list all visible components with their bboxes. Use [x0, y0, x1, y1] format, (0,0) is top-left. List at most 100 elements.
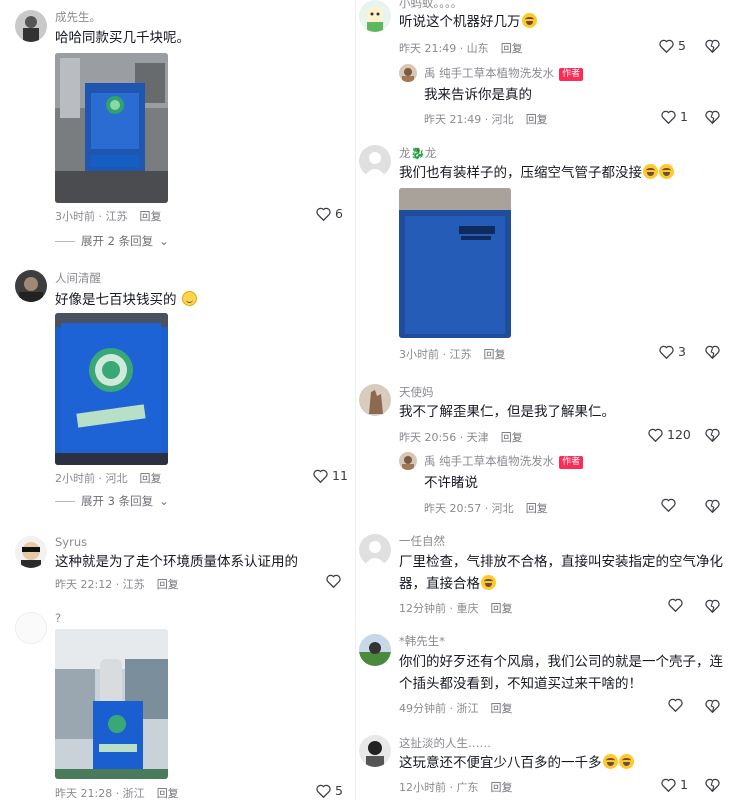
like-button[interactable] — [668, 598, 683, 612]
comment-time: 昨天 21:28 · 浙江 — [55, 787, 145, 800]
avatar[interactable] — [359, 0, 391, 32]
expand-replies-button[interactable]: 展开 2 条回复 ⌄ — [55, 233, 169, 249]
username[interactable]: 人间清醒 — [55, 270, 101, 286]
reply-button[interactable]: 回复 — [484, 348, 506, 361]
dislike-button[interactable] — [705, 698, 720, 717]
like-count: 3 — [678, 344, 686, 359]
comment-item: ? 昨天 21:28 · 浙江 回复 5 — [0, 608, 356, 800]
avatar[interactable] — [399, 64, 417, 82]
comment-image[interactable] — [55, 629, 168, 779]
chevron-down-icon: ⌄ — [159, 234, 169, 248]
like-button[interactable]: 3 — [659, 344, 686, 359]
like-button[interactable]: 120 — [648, 427, 691, 442]
right-comment-column: 小蚂蚁。。。。 听说这个机器好几万 昨天 21:49 · 山东 回复 5 禹 纯手… — [356, 0, 731, 800]
dislike-button[interactable] — [705, 109, 720, 128]
comment-text: 好像是七百块钱买的 — [55, 292, 177, 308]
heart-icon — [661, 110, 676, 124]
reply-button[interactable]: 回复 — [491, 702, 513, 715]
reply-button[interactable]: 回复 — [491, 602, 513, 615]
avatar[interactable] — [359, 145, 391, 177]
like-button[interactable] — [326, 574, 341, 588]
smile-emoji-icon — [181, 291, 197, 306]
username[interactable]: 这扯淡的人生…… — [399, 735, 491, 751]
like-count: 11 — [332, 468, 348, 483]
comment-text: 我不了解歪果仁，但是我了解果仁。 — [399, 404, 615, 420]
comment-image[interactable] — [55, 313, 168, 465]
broken-heart-icon — [705, 599, 720, 614]
username[interactable]: 禹 纯手工草本植物洗发水 — [424, 454, 554, 468]
comment-text: 我们也有装样子的，压缩空气管子都没接 — [399, 165, 642, 181]
dislike-button[interactable] — [705, 598, 720, 617]
reply-item: 禹 纯手工草本植物洗发水 作者 不许睹说 昨天 20:57 · 河北 回复 — [356, 450, 731, 518]
avatar[interactable] — [359, 634, 391, 666]
comment-item: 天使妈 我不了解歪果仁，但是我了解果仁。 昨天 20:56 · 天津 回复 120 — [356, 380, 731, 446]
like-count: 120 — [667, 427, 691, 442]
reply-button[interactable]: 回复 — [491, 781, 513, 794]
username[interactable]: 天使妈 — [399, 384, 434, 400]
left-comment-column: 成先生。 哈哈同款买几千块呢。 3小时前 · 江苏 回复 6 展开 2 条回复 … — [0, 0, 356, 800]
comment-image[interactable] — [399, 188, 511, 338]
laughing-tears-emoji-icon — [618, 754, 634, 769]
like-count: 1 — [680, 777, 688, 792]
dislike-button[interactable] — [705, 777, 720, 796]
expand-label: 展开 2 条回复 — [81, 234, 154, 248]
username[interactable]: *韩先生* — [399, 633, 445, 649]
heart-icon — [648, 428, 663, 442]
reply-button[interactable]: 回复 — [526, 113, 548, 126]
avatar[interactable] — [15, 536, 47, 568]
heart-icon — [313, 469, 328, 483]
expand-label: 展开 3 条回复 — [81, 494, 154, 508]
like-button[interactable]: 11 — [313, 468, 348, 483]
username[interactable]: Syrus — [55, 535, 87, 549]
comment-image[interactable] — [55, 53, 168, 203]
like-button[interactable]: 6 — [316, 206, 343, 221]
like-button[interactable]: 5 — [316, 783, 343, 798]
heart-icon — [661, 498, 676, 512]
avatar[interactable] — [359, 384, 391, 416]
comment-item: *韩先生* 你们的好歹还有个风扇，我们公司的就是一个壳子，连 个插头都没看到，不… — [356, 630, 731, 720]
avatar[interactable] — [15, 10, 47, 42]
username[interactable]: ? — [55, 611, 61, 625]
heart-icon — [668, 598, 683, 612]
avatar[interactable] — [15, 270, 47, 302]
reply-button[interactable]: 回复 — [140, 210, 162, 223]
reply-button[interactable]: 回复 — [526, 502, 548, 515]
heart-icon — [326, 574, 341, 588]
avatar[interactable] — [359, 735, 391, 767]
like-button[interactable]: 1 — [661, 109, 688, 124]
username[interactable]: 禹 纯手工草本植物洗发水 — [424, 66, 554, 80]
reply-button[interactable]: 回复 — [157, 787, 179, 800]
comment-time: 昨天 20:56 · 天津 — [399, 431, 489, 444]
reply-button[interactable]: 回复 — [140, 472, 162, 485]
reply-item: 禹 纯手工草本植物洗发水 作者 我来告诉你是真的 昨天 21:49 · 河北 回复 … — [356, 62, 731, 130]
like-button[interactable]: 1 — [661, 777, 688, 792]
avatar[interactable] — [399, 452, 417, 470]
expand-replies-button[interactable]: 展开 3 条回复 ⌄ — [55, 493, 169, 509]
like-button[interactable] — [661, 498, 676, 512]
username[interactable]: 龙🐉龙 — [399, 145, 436, 161]
username[interactable]: 一任自然 — [399, 533, 445, 549]
heart-icon — [659, 345, 674, 359]
comment-text: 不许睹说 — [424, 475, 478, 491]
comment-text-line1: 厂里检查，气排放不合格，直接叫安装指定的空气净化 — [399, 554, 723, 570]
broken-heart-icon — [705, 778, 720, 793]
comment-time: 49分钟前 · 浙江 — [399, 702, 479, 715]
reply-button[interactable]: 回复 — [501, 42, 523, 55]
comment-time: 12分钟前 · 重庆 — [399, 602, 479, 615]
avatar[interactable] — [15, 612, 47, 644]
username[interactable]: 成先生。 — [55, 9, 101, 25]
reply-button[interactable]: 回复 — [157, 578, 179, 591]
username[interactable]: 小蚂蚁。。。。 — [399, 0, 462, 11]
like-button[interactable]: 5 — [659, 38, 686, 53]
comment-time: 2小时前 · 河北 — [55, 472, 128, 485]
dislike-button[interactable] — [705, 498, 720, 517]
laughing-tears-emoji-icon — [521, 13, 537, 28]
avatar[interactable] — [359, 534, 391, 566]
dislike-button[interactable] — [705, 38, 720, 57]
dislike-button[interactable] — [705, 427, 720, 446]
broken-heart-icon — [705, 428, 720, 443]
like-button[interactable] — [668, 698, 683, 712]
comment-time: 12小时前 · 广东 — [399, 781, 479, 794]
reply-button[interactable]: 回复 — [501, 431, 523, 444]
dislike-button[interactable] — [705, 344, 720, 363]
